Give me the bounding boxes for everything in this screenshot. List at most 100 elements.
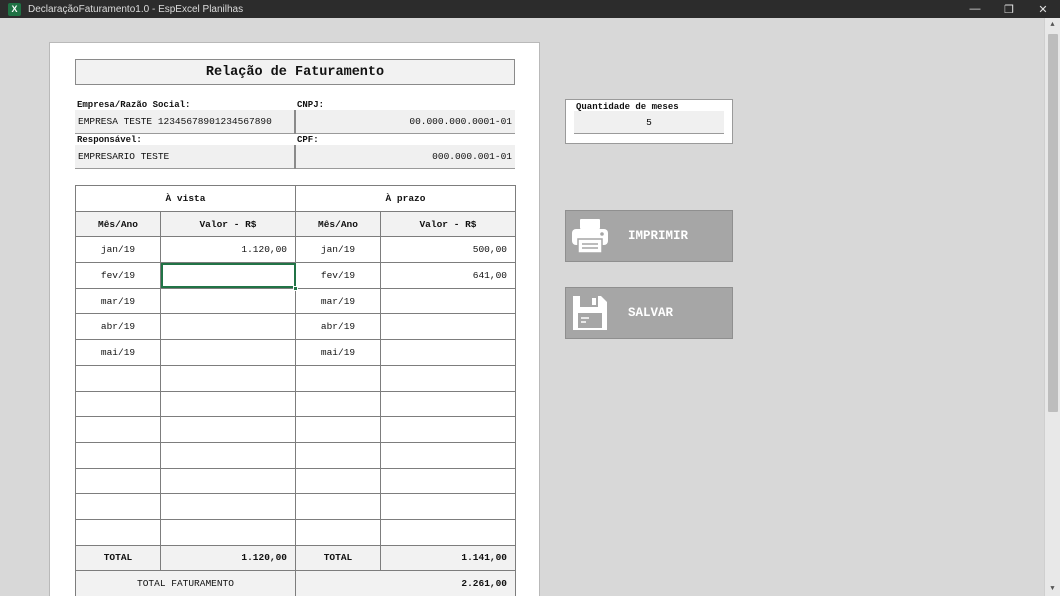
- term-month-cell[interactable]: [295, 493, 381, 520]
- field-separator: [294, 110, 296, 134]
- term-value-cell[interactable]: [380, 518, 516, 546]
- term-month-cell[interactable]: [295, 441, 381, 469]
- cash-month-cell[interactable]: mar/19: [75, 287, 161, 315]
- save-button-label: SALVAR: [628, 306, 674, 320]
- term-total-value: 1.141,00: [380, 544, 516, 572]
- restore-button[interactable]: ❐: [992, 0, 1026, 18]
- print-button-label: IMPRIMIR: [628, 229, 689, 243]
- printer-icon: [570, 216, 610, 256]
- cash-value-cell[interactable]: [160, 493, 296, 520]
- field-separator: [294, 145, 296, 169]
- scroll-down-icon[interactable]: ▼: [1045, 582, 1060, 596]
- cash-month-cell[interactable]: abr/19: [75, 313, 161, 341]
- cpf-field[interactable]: 000.000.001-01: [296, 145, 515, 169]
- term-month-cell[interactable]: fev/19: [295, 262, 381, 289]
- term-month-header: Mês/Ano: [295, 210, 381, 238]
- window-controls: — ❐ ✕: [958, 0, 1060, 18]
- months-quantity-box: Quantidade de meses 5: [565, 99, 733, 144]
- term-month-cell[interactable]: [295, 364, 381, 392]
- cash-month-cell[interactable]: [75, 467, 161, 495]
- print-button[interactable]: IMPRIMIR: [565, 210, 733, 262]
- vertical-scrollbar[interactable]: ▲ ▼: [1044, 18, 1060, 596]
- cash-value-cell[interactable]: [160, 287, 296, 315]
- window-title: DeclaraçãoFaturamento1.0 - EspExcel Plan…: [28, 3, 244, 15]
- term-value-cell[interactable]: [380, 364, 516, 392]
- table-row: [75, 416, 516, 443]
- responsible-field[interactable]: EMPRESARIO TESTE: [75, 145, 294, 169]
- term-value-cell[interactable]: 641,00: [380, 262, 516, 289]
- cash-value-cell[interactable]: [160, 441, 296, 469]
- excel-icon: X: [8, 2, 21, 16]
- title-bar: X DeclaraçãoFaturamento1.0 - EspExcel Pl…: [0, 0, 1060, 18]
- scroll-thumb[interactable]: [1048, 34, 1058, 412]
- company-label: Empresa/Razão Social:: [77, 100, 191, 110]
- responsible-label: Responsável:: [77, 135, 142, 145]
- company-field[interactable]: EMPRESA TESTE 12345678901234567890: [75, 110, 294, 134]
- cpf-label: CPF:: [297, 135, 319, 145]
- term-value-cell[interactable]: [380, 313, 516, 341]
- cash-month-cell[interactable]: [75, 364, 161, 392]
- cash-value-cell[interactable]: [160, 518, 296, 546]
- term-value-cell[interactable]: [380, 416, 516, 443]
- table-row: [75, 518, 516, 546]
- term-value-cell[interactable]: [380, 287, 516, 315]
- months-quantity-field[interactable]: 5: [574, 111, 724, 134]
- table-row: abr/19 abr/19: [75, 313, 516, 341]
- term-month-cell[interactable]: [295, 416, 381, 443]
- term-total-label: TOTAL: [295, 544, 381, 572]
- fill-handle[interactable]: [293, 285, 298, 291]
- table-row: fev/19 fev/19 641,00: [75, 262, 516, 291]
- term-month-cell[interactable]: [295, 467, 381, 495]
- cash-month-cell[interactable]: [75, 416, 161, 443]
- cash-value-cell[interactable]: [160, 339, 296, 366]
- table-row: mai/19 mai/19: [75, 339, 516, 366]
- cash-month-cell[interactable]: mai/19: [75, 339, 161, 366]
- scroll-up-icon[interactable]: ▲: [1045, 18, 1060, 32]
- minimize-button[interactable]: —: [958, 0, 992, 18]
- cnpj-field[interactable]: 00.000.000.0001-01: [296, 110, 515, 134]
- cash-value-cell[interactable]: [160, 467, 296, 495]
- term-value-cell[interactable]: [380, 467, 516, 495]
- term-month-cell[interactable]: [295, 390, 381, 418]
- selected-cell[interactable]: [160, 262, 298, 291]
- table-row: [75, 390, 516, 418]
- close-button[interactable]: ✕: [1026, 0, 1060, 18]
- cash-group-header: À vista: [75, 185, 296, 212]
- term-value-cell[interactable]: [380, 493, 516, 520]
- term-value-header: Valor - R$: [380, 210, 516, 238]
- cash-value-cell[interactable]: [160, 313, 296, 341]
- sheet-page: Relação de Faturamento Empresa/Razão Soc…: [49, 42, 540, 596]
- cash-month-cell[interactable]: [75, 390, 161, 418]
- grand-total-value: 2.261,00: [295, 570, 516, 596]
- table-row: [75, 493, 516, 520]
- cash-value-cell[interactable]: [160, 390, 296, 418]
- term-month-cell[interactable]: [295, 518, 381, 546]
- table-row: [75, 441, 516, 469]
- cash-month-cell[interactable]: [75, 518, 161, 546]
- cash-value-cell[interactable]: 1.120,00: [160, 236, 296, 264]
- save-button[interactable]: SALVAR: [565, 287, 733, 339]
- term-value-cell[interactable]: [380, 339, 516, 366]
- cash-total-value: 1.120,00: [160, 544, 296, 572]
- grand-total-label: TOTAL FATURAMENTO: [75, 570, 296, 596]
- floppy-disk-icon: [570, 293, 610, 333]
- term-month-cell[interactable]: abr/19: [295, 313, 381, 341]
- cash-month-cell[interactable]: [75, 493, 161, 520]
- form-title: Relação de Faturamento: [75, 59, 515, 85]
- cash-value-cell[interactable]: [160, 364, 296, 392]
- cash-month-cell[interactable]: fev/19: [75, 262, 161, 289]
- cash-month-cell[interactable]: jan/19: [75, 236, 161, 264]
- table-row: jan/19 1.120,00 jan/19 500,00: [75, 236, 516, 264]
- term-value-cell[interactable]: [380, 390, 516, 418]
- term-month-cell[interactable]: mai/19: [295, 339, 381, 366]
- cash-month-header: Mês/Ano: [75, 210, 161, 238]
- cash-total-label: TOTAL: [75, 544, 161, 572]
- table-row: [75, 467, 516, 495]
- term-month-cell[interactable]: jan/19: [295, 236, 381, 264]
- term-month-cell[interactable]: mar/19: [295, 287, 381, 315]
- cash-month-cell[interactable]: [75, 441, 161, 469]
- term-value-cell[interactable]: [380, 441, 516, 469]
- cash-value-cell[interactable]: [160, 416, 296, 443]
- term-value-cell[interactable]: 500,00: [380, 236, 516, 264]
- table-row: mar/19 mar/19: [75, 287, 516, 315]
